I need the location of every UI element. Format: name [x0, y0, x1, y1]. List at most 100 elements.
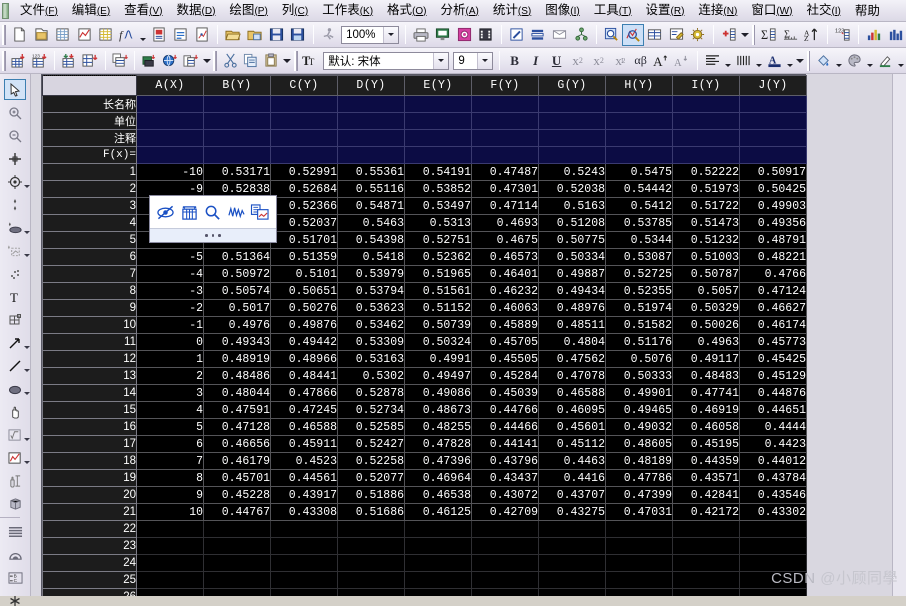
data-cell[interactable]: 0.43308: [270, 503, 338, 521]
data-cell[interactable]: 0.49887: [538, 265, 606, 283]
menu-item-14[interactable]: 连接(N): [691, 0, 744, 22]
row-header[interactable]: 20: [42, 486, 137, 504]
font-size-combo[interactable]: 9: [453, 51, 494, 70]
data-cell[interactable]: 0.47562: [538, 350, 606, 368]
palette-icon[interactable]: [844, 50, 865, 71]
data-cell[interactable]: 8: [136, 469, 204, 487]
data-cell[interactable]: 0.48221: [739, 248, 807, 266]
meta-cell[interactable]: [672, 146, 740, 164]
data-cell[interactable]: 0.48605: [605, 435, 673, 453]
data-cell[interactable]: [739, 537, 807, 555]
screen-reader-tool[interactable]: [4, 148, 26, 169]
data-cell[interactable]: [337, 554, 405, 572]
new-layout-icon[interactable]: [149, 24, 171, 46]
data-cell[interactable]: 2: [136, 367, 204, 385]
add-data-icon[interactable]: [139, 50, 160, 72]
meta-cell[interactable]: [538, 112, 606, 130]
menu-item-15[interactable]: 窗口(W): [744, 0, 799, 22]
zoom-out-tool[interactable]: [4, 125, 26, 146]
data-cell[interactable]: [203, 554, 271, 572]
underline-icon[interactable]: U: [546, 50, 567, 71]
data-cell[interactable]: 4: [136, 401, 204, 419]
data-cell[interactable]: [672, 537, 740, 555]
data-cell[interactable]: 0.51232: [672, 231, 740, 249]
data-cell[interactable]: 0.5463: [337, 214, 405, 232]
row-header[interactable]: 12: [42, 350, 137, 368]
data-cell[interactable]: 0.46588: [270, 418, 338, 436]
movie-icon[interactable]: [475, 24, 497, 46]
data-cell[interactable]: 7: [136, 452, 204, 470]
data-cell[interactable]: 0: [136, 333, 204, 351]
font-size-dropdown-arrow[interactable]: [477, 52, 493, 69]
data-cell[interactable]: 0.44012: [739, 452, 807, 470]
zoom-region-icon[interactable]: [622, 23, 645, 46]
new-table-icon[interactable]: [644, 24, 666, 46]
data-cell[interactable]: 0.52585: [337, 418, 405, 436]
data-cell[interactable]: 0.48673: [404, 401, 472, 419]
data-cell[interactable]: 0.47828: [404, 435, 472, 453]
bar-chart-icon[interactable]: [863, 24, 885, 46]
data-cell[interactable]: 0.51974: [605, 299, 673, 317]
data-cell[interactable]: 0.44767: [203, 503, 271, 521]
data-cell[interactable]: 0.49356: [739, 214, 807, 232]
column-header-h[interactable]: H(Y): [605, 75, 673, 96]
meta-cell[interactable]: [136, 129, 204, 147]
data-cell[interactable]: 0.4976: [203, 316, 271, 334]
data-cell[interactable]: 0.52038: [538, 180, 606, 198]
save-workbook-icon[interactable]: [287, 24, 309, 46]
data-cell[interactable]: [270, 571, 338, 589]
data-cell[interactable]: 0.4463: [538, 452, 606, 470]
data-cell[interactable]: 0.50574: [203, 282, 271, 300]
data-cell[interactable]: 0.44359: [672, 452, 740, 470]
zoom-in-tool[interactable]: [4, 102, 26, 123]
data-cell[interactable]: 0.44766: [471, 401, 539, 419]
data-cell[interactable]: [538, 537, 606, 555]
fill-color-icon[interactable]: [813, 50, 834, 71]
meta-cell[interactable]: [136, 112, 204, 130]
row-header[interactable]: 9: [42, 299, 137, 317]
data-cell[interactable]: 0.52725: [605, 265, 673, 283]
data-cell[interactable]: 0.49497: [404, 367, 472, 385]
meta-cell[interactable]: [605, 95, 673, 113]
greek-icon[interactable]: αβ: [630, 50, 651, 71]
meta-cell[interactable]: [337, 129, 405, 147]
draw-data-tool-dropdown-arrow[interactable]: [24, 231, 30, 234]
print-preview-icon[interactable]: [432, 24, 454, 46]
data-cell[interactable]: [605, 571, 673, 589]
data-cell[interactable]: 0.45112: [538, 435, 606, 453]
new-function-plot-icon[interactable]: f: [117, 24, 139, 46]
data-cell[interactable]: 0.50425: [739, 180, 807, 198]
merge-icon[interactable]: [549, 24, 571, 46]
data-cell[interactable]: 0.52037: [270, 214, 338, 232]
data-cell[interactable]: 0.52734: [337, 401, 405, 419]
data-cell[interactable]: 0.43302: [739, 503, 807, 521]
data-cell[interactable]: 0.45129: [739, 367, 807, 385]
data-cell[interactable]: 0.47124: [739, 282, 807, 300]
insert-numeric-row-icon[interactable]: 123: [29, 50, 50, 72]
data-cell[interactable]: [404, 554, 472, 572]
row-header[interactable]: 22: [42, 520, 137, 538]
data-cell[interactable]: 6: [136, 435, 204, 453]
data-cell[interactable]: 0.47245: [270, 401, 338, 419]
data-cell[interactable]: 0.45705: [471, 333, 539, 351]
data-cell[interactable]: [538, 588, 606, 596]
meta-cell[interactable]: [538, 95, 606, 113]
regional-mask-tool-dropdown-arrow[interactable]: [24, 254, 30, 257]
data-cell[interactable]: 0.50917: [739, 163, 807, 181]
equation-tool-dropdown-arrow[interactable]: [24, 438, 30, 441]
waveform-icon[interactable]: [226, 200, 248, 224]
worksheet-window[interactable]: A(X) B(Y) C(Y) D(Y) E(Y) F(Y) G(Y) H(Y) I(Y) J(Y)…: [41, 74, 807, 596]
data-cell[interactable]: 0.44876: [739, 384, 807, 402]
meta-cell[interactable]: [404, 112, 472, 130]
open-icon[interactable]: [222, 24, 244, 46]
meta-cell[interactable]: [136, 95, 204, 113]
data-reader-icon[interactable]: [601, 24, 623, 46]
data-cell[interactable]: [605, 537, 673, 555]
data-cell[interactable]: 0.47301: [471, 180, 539, 198]
meta-cell[interactable]: [605, 146, 673, 164]
data-cell[interactable]: 0.47786: [605, 469, 673, 487]
menu-item-17[interactable]: 帮助: [848, 1, 887, 21]
meta-cell[interactable]: [672, 112, 740, 130]
meta-row-label[interactable]: 长名称: [42, 95, 137, 113]
row-header[interactable]: 6: [42, 248, 137, 266]
